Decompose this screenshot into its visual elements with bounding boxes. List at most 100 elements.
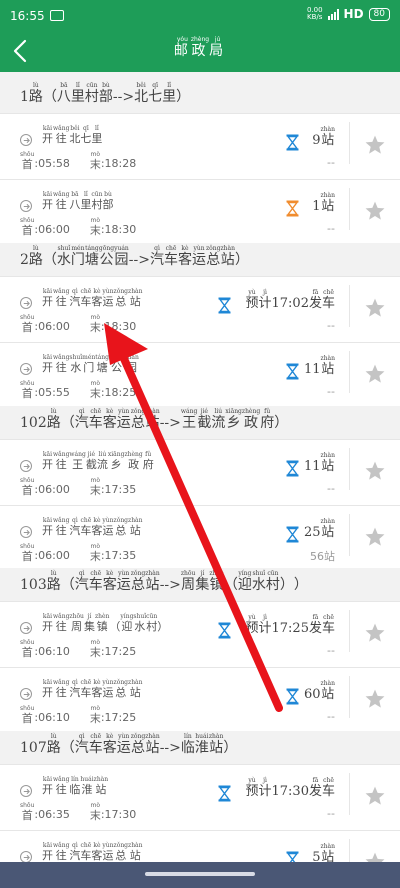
favorite-button[interactable] [364,363,386,385]
direction-destination: kāi 开 wǎng 往 běi 北 qī 七 lǐ 里 [42,125,102,145]
first-bus-time: :06:00 [34,483,70,496]
direction-card[interactable]: kāi 开 wǎng 往 bā 八 lǐ 里 cūn 村 bù 部 shǒu 首:06:00 mò 末:18:… [0,179,400,245]
destination-char: zhàn 站 [93,776,109,796]
arrow-circle-icon [20,297,32,309]
route-title-char: cūn 村 [84,82,99,105]
first-bus-label: shǒu首 [20,217,35,237]
destination-char: kāi 开 [42,517,53,537]
last-bus-label: mò末 [89,639,101,659]
route-header[interactable]: 107 lù 路（qì 汽 chē 车 kè 客 yùn 运 zǒng 总 zhàn 站 --> lín 临 hu… [0,731,400,761]
favorite-button[interactable] [364,785,386,807]
route-title-char: 102 [20,415,47,431]
star-icon [365,461,385,480]
destination-char: yuán 园 [124,354,139,374]
route-title-char: zhàn 站 [145,733,160,756]
arrow-circle-icon [20,363,32,375]
route-title-char: lù 路 [28,245,43,268]
route-title-char: běi 北 [134,82,149,105]
arrow-circle-icon [20,622,32,634]
direction-destination: kāi 开 wǎng 往 zhōu 周 jí 集 zhèn 镇（yíng 迎 shuǐ 水 cūn 村） [42,613,168,633]
status-char: 9 [312,133,321,148]
home-indicator[interactable] [145,872,255,876]
route-header[interactable]: 103 lù 路（qì 汽 chē 车 kè 客 yùn 运 zǒng 总 zhàn 站 --> zhōu 周 j… [0,568,400,598]
direction-card[interactable]: kāi 开 wǎng 往 wáng 王 jié 截 liú 流 xiāng 乡 zhèng 政 fǔ 府 shǒ… [0,439,400,505]
favorite-button[interactable] [364,200,386,222]
route-header[interactable]: 102 lù 路（qì 汽 chē 车 kè 客 yùn 运 zǒng 总 zhàn 站 --> wáng 王 j… [0,406,400,436]
hourglass-icon [218,785,231,802]
arrow-circle-icon [20,134,32,146]
route-title-char: mén 门 [70,245,85,268]
direction-card[interactable]: kāi 开 wǎng 往 zhōu 周 jí 集 zhèn 镇（yíng 迎 shuǐ 水 cūn 村） sh… [0,601,400,667]
destination-char: yíng 迎 [120,613,134,633]
direction-card[interactable]: kāi 开 wǎng 往 běi 北 qī 七 lǐ 里 shǒu 首:05:58 mò 末:18:28 9… [0,113,400,179]
arrival-substatus: 56站 [310,550,335,563]
destination-char: zǒng 总 [113,517,129,537]
last-bus-label: mò末 [89,217,101,237]
favorite-button[interactable] [364,526,386,548]
status-bar: 16:55 0.00 KB/s HD 80 [0,0,400,32]
direction-card[interactable]: kāi开wǎng往qì汽chē车kè客yùn运zǒng总zhàn站shǒu首:0… [0,276,400,342]
destination-char: wǎng 往 [53,517,70,537]
last-bus-time: :18:28 [100,157,137,170]
last-bus-time: :18:30 [100,223,137,236]
destination-char: yùn 运 [102,517,114,537]
hourglass-icon-wrap [286,363,299,380]
direction-card[interactable]: kāi开wǎng往qì汽chē车kè客yùn运zǒng总zhàn站shǒu首:0… [0,667,400,733]
destination-char: liú 流 [96,451,108,471]
last-bus-label: mò末 [89,151,101,171]
favorite-button[interactable] [364,134,386,156]
status-char: fā 发 [308,289,322,311]
first-bus-label: shǒu首 [20,314,35,334]
direction-card[interactable]: kāi开wǎng往qì汽chē车kè客yùn运zǒng总zhàn站shǒu首:0… [0,505,400,571]
route-title-char: kè 客 [102,733,117,756]
hourglass-icon-wrap [286,200,299,217]
status-char: chē 车 [321,289,335,311]
destination-char: cūn 村 [146,613,158,633]
destination-char: bù 部 [102,191,114,211]
destination-char: jié 截 [85,451,97,471]
arrival-substatus: -- [327,710,335,723]
status-char: zhàn 站 [320,843,335,865]
route-title-char: ） [274,415,289,431]
direction-destination: kāi 开 wǎng 往 wáng 王 jié 截 liú 流 xiāng 乡 zhèng 政 fǔ 府 [42,451,154,471]
service-times: shǒu 首:06:00 mò 末:18:30 [20,217,136,237]
destination-char: qì 汽 [69,288,81,308]
favorite-button[interactable] [364,297,386,319]
arrow-circle-icon [20,200,32,212]
service-times: shǒu 首:06:00 mò 末:18:30 [20,314,136,334]
route-title-char: zǒng 总 [130,570,146,593]
direction-destination: kāi 开 wǎng 往 qì 汽 chē 车 kè 客 yùn 运 zǒng 总 zhàn 站 [42,842,143,862]
route-header[interactable]: 2 lù 路（shuǐ 水 mén 门 táng 塘 gōng 公 yuán 园 --> qì 汽 chē 车 k… [0,243,400,273]
destination-char: chē 车 [80,517,92,537]
direction-card[interactable]: kāi 开 wǎng 往 shuǐ 水 mén 门 táng 塘 gōng 公 yuán 园 shǒu 首:0… [0,342,400,408]
status-char: 25 [303,525,321,540]
service-times: shǒu 首:06:10 mò 末:17:25 [20,705,136,725]
destination-char: qì 汽 [69,842,81,862]
hourglass-icon-wrap [218,785,231,802]
route-title-char: chē 车 [88,733,103,756]
route-title-char: cūn 村 [265,570,280,593]
status-char: jì 计 [258,289,272,311]
hourglass-icon-wrap [286,460,299,477]
destination-char: zhōu 周 [69,613,84,633]
hourglass-icon-wrap [218,297,231,314]
destination-char: kè 客 [91,679,103,699]
status-char: zhàn 站 [320,518,335,540]
route-title-char: 1 [20,89,29,105]
hourglass-icon [218,622,231,639]
route-title-char: lù 路 [46,408,61,431]
favorite-button[interactable] [364,688,386,710]
signal-icon [327,8,339,20]
route-header[interactable]: 1 lù 路（bā 八 lǐ 里 cūn 村 bù 部 --> běi 北 qī 七 lǐ 里） [0,80,400,110]
favorite-button[interactable] [364,460,386,482]
route-title-char: bù 部 [98,82,113,105]
destination-char: huái 淮 [80,776,94,796]
route-title-char: ） [234,252,249,268]
hd-label: HD [343,7,364,21]
status-char: 17:30 [271,784,309,799]
route-title-char: （ [60,577,75,593]
route-title-char: --> [159,415,181,431]
destination-char: qī 七 [80,125,92,145]
direction-card[interactable]: kāi 开 wǎng 往 lín 临 huái 淮 zhàn 站 shǒu 首:06:35 mò 末:17… [0,764,400,830]
favorite-button[interactable] [364,622,386,644]
